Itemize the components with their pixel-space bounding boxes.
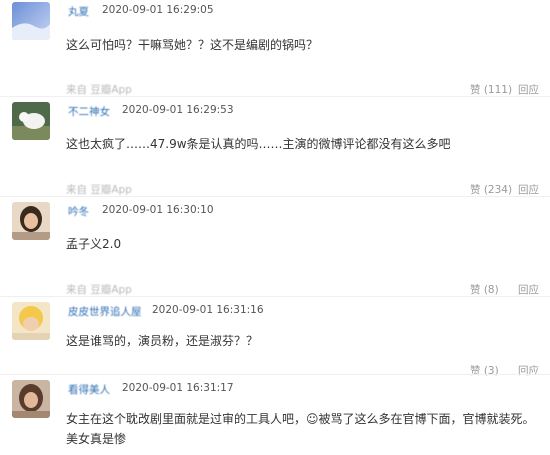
comment-text: 这也太疯了……47.9w条是认真的吗……主演的微博评论都没有这么多吧: [66, 137, 451, 151]
comment-source: 来自 豆瓣App: [66, 184, 132, 196]
avatar[interactable]: [12, 202, 50, 240]
comment-source: 来自 豆瓣App: [66, 84, 132, 96]
like-button[interactable]: 赞 (234): [470, 182, 512, 197]
author-name[interactable]: 看得美人: [68, 382, 110, 397]
reply-button[interactable]: 回应: [518, 82, 539, 97]
author-name[interactable]: 不二神女: [68, 104, 110, 119]
comment-item: 吟冬 2020-09-01 16:30:10 孟子义2.0 来自 豆瓣App 赞…: [0, 200, 550, 296]
comment-time: 2020-09-01 16:29:05: [102, 4, 214, 16]
comment-item: 皮皮世界追人屋 2020-09-01 16:31:16 这是谁骂的，演员粉，还是…: [0, 300, 550, 378]
comment-footer: 赞 (3) 回应: [0, 363, 550, 379]
comment-source: 来自 豆瓣App: [66, 284, 132, 296]
comment-time: 2020-09-01 16:31:16: [152, 304, 264, 316]
comment-text: 女主在这个耽改剧里面就是过审的工具人吧，☺被骂了这么多在官博下面，官博就装死。美…: [66, 412, 535, 446]
comment-time: 2020-09-01 16:30:10: [102, 204, 214, 216]
comment-text: 这是谁骂的，演员粉，还是淑芬？？: [66, 334, 259, 348]
reply-button[interactable]: 回应: [518, 363, 539, 378]
divider: [0, 374, 550, 375]
divider: [0, 296, 550, 297]
avatar[interactable]: [12, 380, 50, 418]
comment-item: 不二神女 2020-09-01 16:29:53 这也太疯了……47.9w条是认…: [0, 100, 550, 196]
avatar[interactable]: [12, 102, 50, 140]
author-name[interactable]: 吟冬: [68, 204, 89, 219]
avatar[interactable]: [12, 2, 50, 40]
comment-item: 看得美人 2020-09-01 16:31:17 女主在这个耽改剧里面就是过审的…: [0, 378, 550, 455]
reply-button[interactable]: 回应: [518, 182, 539, 197]
avatar[interactable]: [12, 302, 50, 340]
divider: [0, 96, 550, 97]
author-name[interactable]: 皮皮世界追人屋: [68, 304, 142, 319]
divider: [0, 196, 550, 197]
like-button[interactable]: 赞 (3): [470, 363, 499, 378]
reply-button[interactable]: 回应: [518, 282, 539, 297]
author-name[interactable]: 丸夏: [68, 4, 89, 19]
comment-text: 这么可怕吗？干嘛骂她？？这不是编剧的锅吗？: [66, 38, 319, 52]
comment-item: 丸夏 2020-09-01 16:29:05 这么可怕吗？干嘛骂她？？这不是编剧…: [0, 0, 550, 96]
comment-text: 孟子义2.0: [66, 237, 122, 251]
like-button[interactable]: 赞 (8): [470, 282, 499, 297]
comment-time: 2020-09-01 16:29:53: [122, 104, 234, 116]
like-button[interactable]: 赞 (111): [470, 82, 512, 97]
comment-time: 2020-09-01 16:31:17: [122, 382, 234, 394]
